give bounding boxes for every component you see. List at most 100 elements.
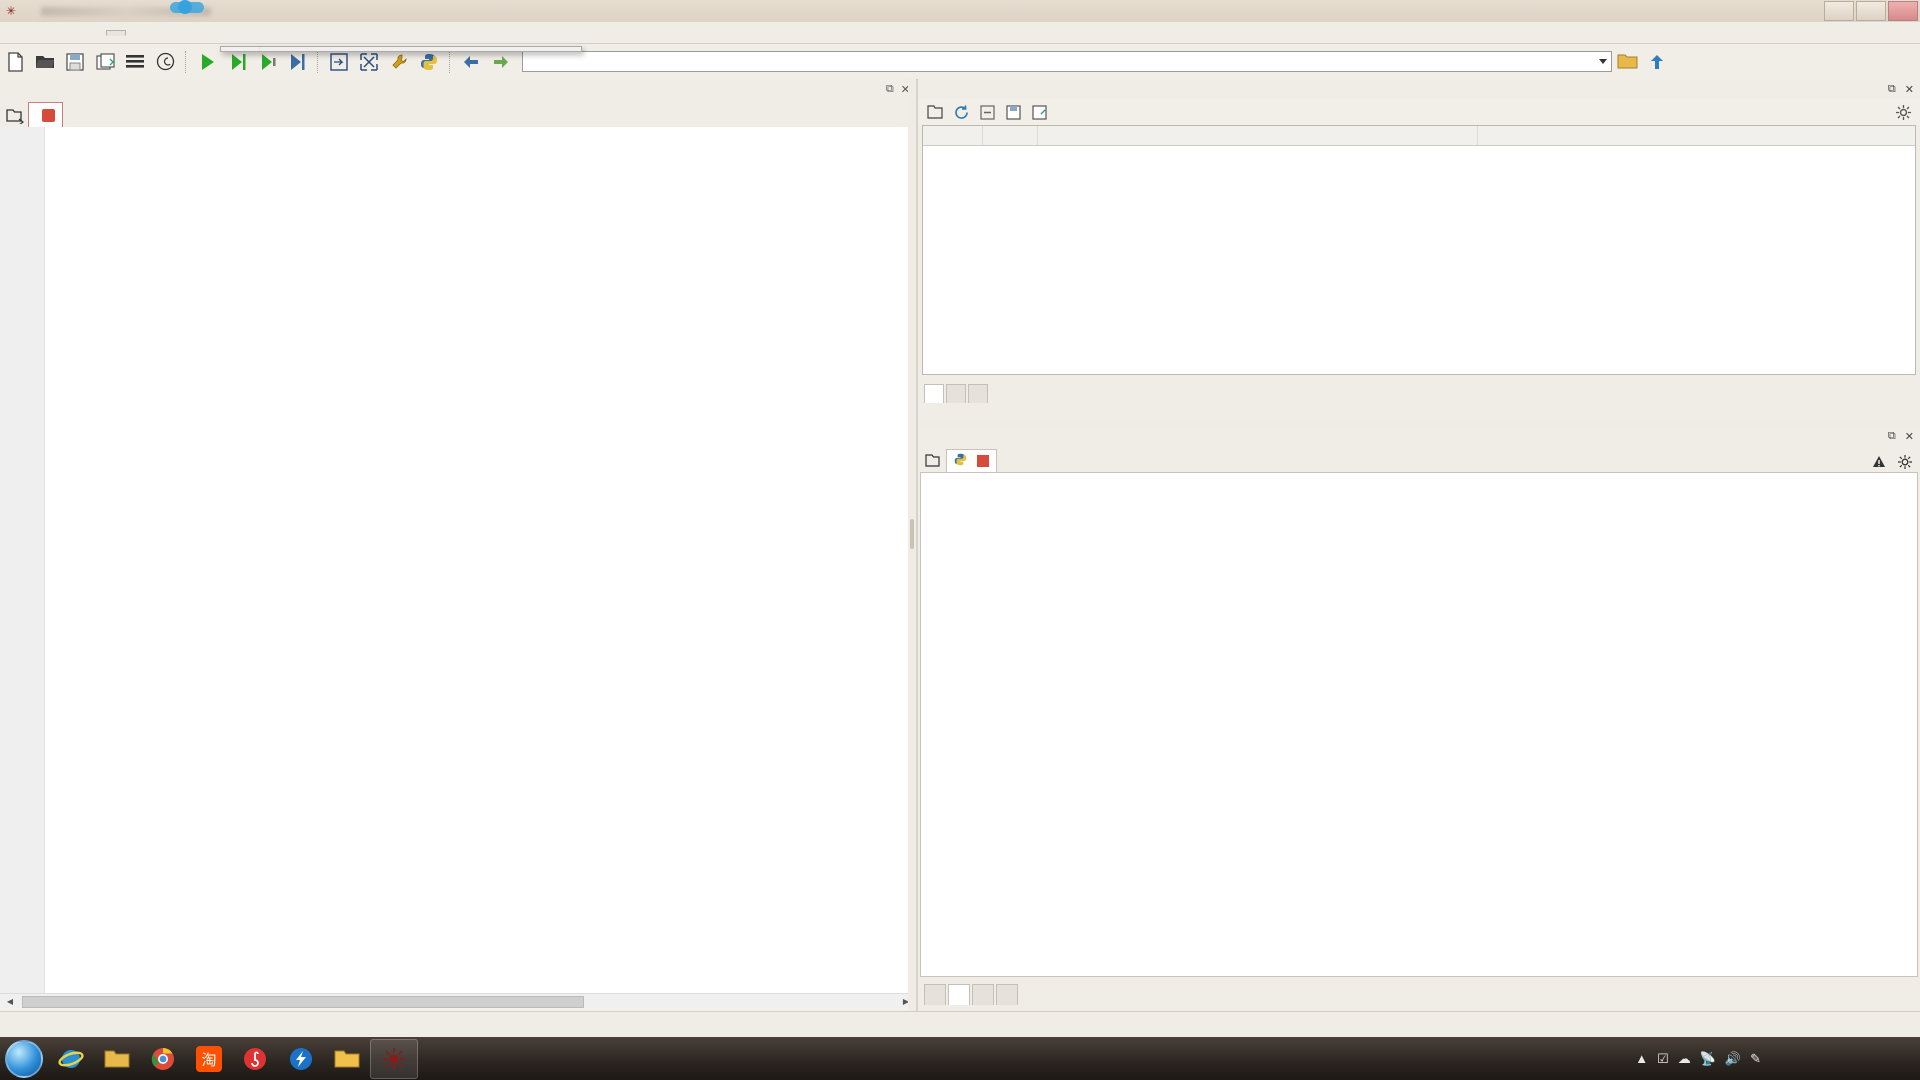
variable-explorer-header: ⧉ ✕ <box>918 79 1920 99</box>
tray-volume-icon[interactable]: 🔊 <box>1725 1051 1741 1067</box>
tray-icon-2[interactable]: ☁ <box>1678 1051 1691 1067</box>
editor-horizontal-scrollbar[interactable]: ◀ ▶ <box>0 993 916 1008</box>
status-bar <box>0 1011 1920 1038</box>
tab-internal-console[interactable] <box>924 984 946 1005</box>
save-as-icon[interactable] <box>1030 103 1048 121</box>
thunder-icon[interactable] <box>278 1040 324 1078</box>
mouse-cursor-dot <box>178 0 192 14</box>
variable-explorer-toolbar <box>918 99 1920 125</box>
warning-icon[interactable] <box>1872 455 1886 472</box>
tab-variable-explorer[interactable] <box>924 384 944 403</box>
gear-icon[interactable] <box>1898 455 1912 472</box>
scroll-left-icon[interactable]: ◀ <box>2 995 18 1007</box>
editor-tab-thresholding[interactable] <box>28 102 63 127</box>
code-lines[interactable] <box>45 127 916 993</box>
close-icon[interactable] <box>42 108 55 122</box>
parent-dir-icon[interactable] <box>1642 48 1672 76</box>
variable-explorer-actions: ⧉ ✕ <box>1888 83 1920 96</box>
tab-file-explorer[interactable] <box>946 384 966 403</box>
tab-history-log[interactable] <box>972 984 994 1005</box>
menu-tools[interactable] <box>166 30 186 36</box>
splitter-grip[interactable] <box>910 519 914 549</box>
taskbar: 淘 ▲ ☑ ☁ 📡 🔊 ✎ <box>0 1037 1920 1080</box>
menu-edit[interactable] <box>26 30 46 36</box>
code-area[interactable] <box>0 127 916 993</box>
maximize-button[interactable] <box>1856 1 1886 21</box>
ie-icon[interactable] <box>48 1040 94 1078</box>
close-icon[interactable] <box>977 455 989 467</box>
run-icon[interactable] <box>193 48 221 76</box>
chrome-icon[interactable] <box>140 1040 186 1078</box>
tab-python-console[interactable] <box>948 984 970 1005</box>
save-file-icon[interactable] <box>61 48 89 76</box>
netease-music-icon[interactable] <box>232 1040 278 1078</box>
tab-ipython-console[interactable] <box>996 984 1018 1005</box>
undock-icon[interactable]: ⧉ <box>1888 83 1896 96</box>
path-input[interactable] <box>522 51 1612 72</box>
tab-help[interactable] <box>968 384 988 403</box>
console-pane-actions: ⧉ ✕ <box>1888 430 1920 443</box>
console-tab-python1[interactable] <box>946 449 997 472</box>
import-data-icon[interactable] <box>926 103 944 121</box>
console-tabstrip <box>918 446 1920 472</box>
menu-file[interactable] <box>6 30 26 36</box>
tray-input-icon[interactable]: ✎ <box>1750 1051 1761 1067</box>
menu-run[interactable] <box>86 30 106 36</box>
column-name[interactable] <box>923 126 983 145</box>
file-list-icon[interactable] <box>121 48 149 76</box>
menu-search[interactable] <box>46 30 66 36</box>
browse-consoles-icon[interactable] <box>922 450 946 472</box>
console-bottom-tabs <box>918 983 1920 1005</box>
undock-icon[interactable]: ⧉ <box>886 83 894 96</box>
menu-consoles[interactable] <box>126 30 146 36</box>
taobao-icon[interactable]: 淘 <box>186 1040 232 1078</box>
close-pane-icon[interactable]: ✕ <box>1905 83 1914 96</box>
toolbar-separator-3 <box>449 50 451 73</box>
browse-folder-icon[interactable] <box>1612 48 1642 76</box>
console-pane: ⧉ ✕ <box>918 426 1920 1011</box>
console-pane-header: ⧉ ✕ <box>918 426 1920 446</box>
tray-network-icon[interactable]: 📡 <box>1700 1051 1716 1067</box>
toolbar-separator-2 <box>317 50 319 73</box>
folder-icon[interactable] <box>324 1040 370 1078</box>
undock-icon[interactable]: ⧉ <box>1888 430 1896 443</box>
vertical-splitter[interactable] <box>908 79 916 1011</box>
column-size[interactable] <box>1038 126 1478 145</box>
options-icon[interactable] <box>1894 103 1920 121</box>
tray-expand-icon[interactable]: ▲ <box>1635 1051 1648 1066</box>
menu-help[interactable] <box>206 30 226 36</box>
refresh-icon[interactable] <box>952 103 970 121</box>
open-file-icon[interactable] <box>31 48 59 76</box>
save-all-icon[interactable] <box>91 48 119 76</box>
column-type[interactable] <box>983 126 1038 145</box>
variable-table[interactable] <box>922 125 1916 375</box>
find-in-files-icon[interactable] <box>151 48 179 76</box>
menu-source[interactable] <box>66 30 86 36</box>
new-file-icon[interactable] <box>1 48 29 76</box>
console-output[interactable] <box>920 472 1918 977</box>
chevron-down-icon[interactable] <box>1599 59 1607 64</box>
toolbar-separator <box>185 50 187 73</box>
explorer-icon[interactable] <box>94 1040 140 1078</box>
menu-view[interactable] <box>186 30 206 36</box>
spyder-icon[interactable] <box>370 1038 418 1079</box>
menu-bar <box>0 22 1920 44</box>
exclude-private-icon[interactable] <box>978 103 996 121</box>
editor-pane: ⧉ ✕ ◀ ▶ <box>0 79 916 1011</box>
system-tray: ▲ ☑ ☁ 📡 🔊 ✎ <box>1635 1051 1920 1067</box>
variable-explorer-tabs <box>918 383 1920 403</box>
close-pane-icon[interactable]: ✕ <box>1905 430 1914 443</box>
browse-tabs-icon[interactable] <box>4 105 28 127</box>
scrollbar-thumb[interactable] <box>22 996 584 1008</box>
save-data-icon[interactable] <box>1004 103 1022 121</box>
start-orb[interactable] <box>0 1039 48 1079</box>
column-value[interactable] <box>1478 126 1908 145</box>
close-button[interactable] <box>1888 1 1918 21</box>
minimize-button[interactable] <box>1824 1 1854 21</box>
svg-text:淘: 淘 <box>201 1051 216 1069</box>
editor-tabstrip <box>0 99 916 127</box>
debug-dropdown-menu[interactable] <box>220 46 582 52</box>
menu-debug[interactable] <box>106 29 126 36</box>
tray-icon-1[interactable]: ☑ <box>1657 1051 1669 1067</box>
menu-projects[interactable] <box>146 30 166 36</box>
